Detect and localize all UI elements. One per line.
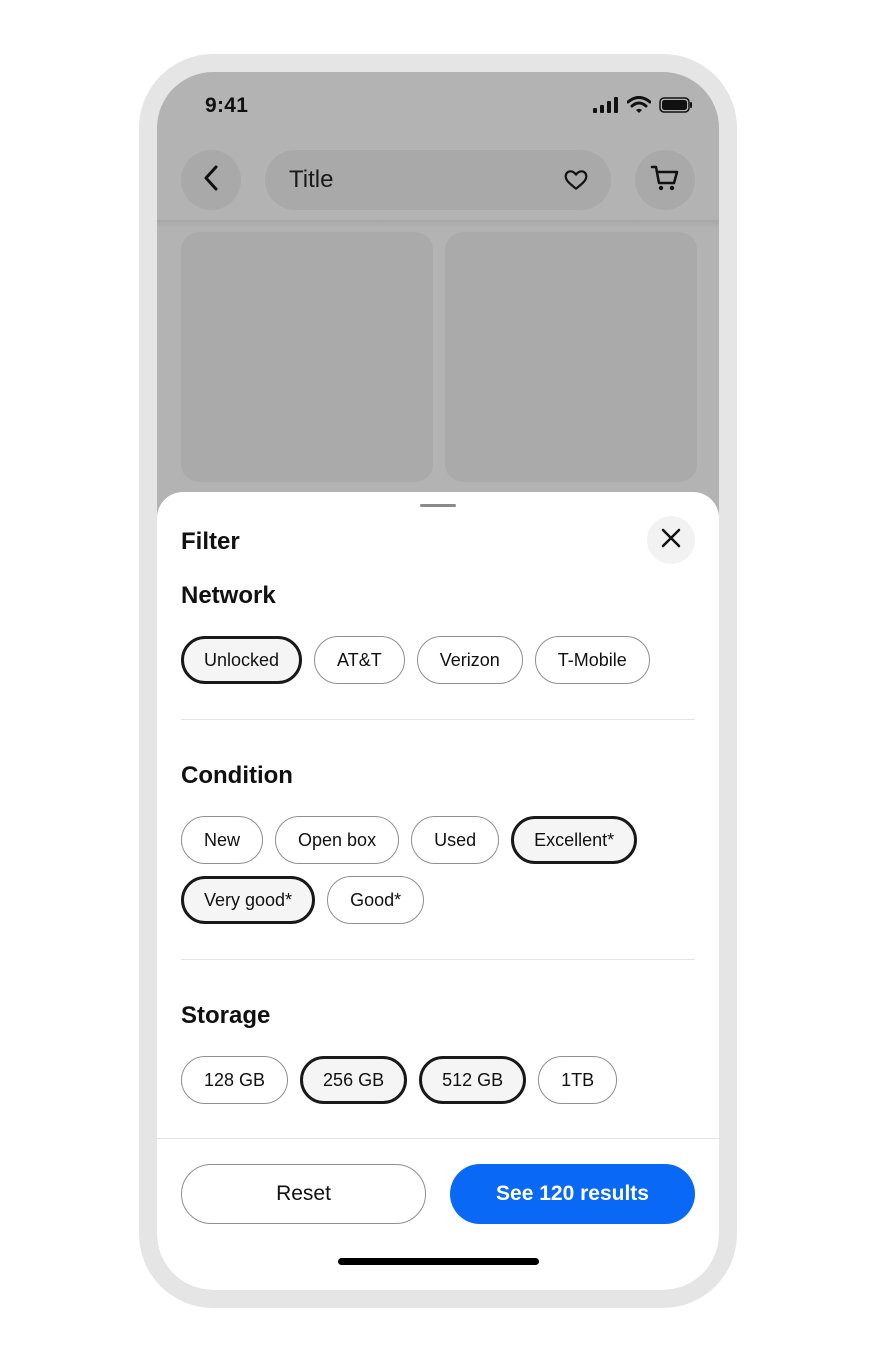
condition-chips: New Open box Used Excellent* Very good* …: [181, 816, 697, 924]
chip-used[interactable]: Used: [411, 816, 500, 864]
divider: [181, 719, 695, 720]
chip-128gb[interactable]: 128 GB: [181, 1056, 289, 1104]
reset-button[interactable]: Reset: [181, 1164, 426, 1224]
divider: [181, 959, 695, 960]
title-bar[interactable]: Title: [265, 150, 611, 210]
battery-icon: [659, 97, 693, 118]
product-card: [445, 232, 697, 482]
chip-open-box[interactable]: Open box: [275, 816, 400, 864]
footer-divider: [157, 1138, 719, 1139]
chevron-left-icon: [202, 165, 220, 196]
cart-icon: [650, 164, 680, 197]
chip-1tb[interactable]: 1TB: [538, 1056, 618, 1104]
nav-bar: Title: [157, 142, 719, 222]
sheet-drag-handle[interactable]: [420, 504, 456, 507]
chip-excellent[interactable]: Excellent*: [511, 816, 638, 864]
cart-button[interactable]: [635, 150, 695, 210]
chip-verizon[interactable]: Verizon: [416, 636, 523, 684]
home-indicator: [338, 1258, 539, 1265]
heart-icon[interactable]: [563, 167, 589, 198]
nav-shadow: [157, 220, 719, 228]
status-time: 9:41: [205, 94, 249, 117]
network-chips: Unlocked AT&T Verizon T-Mobile: [181, 636, 697, 684]
back-button[interactable]: [181, 150, 241, 210]
sheet-title: Filter: [181, 528, 240, 555]
chip-good[interactable]: Good*: [327, 876, 425, 924]
product-card: [181, 232, 433, 482]
phone-screen: 9:41 Title Filter Network Unlocked AT&T …: [157, 72, 719, 1290]
wifi-icon: [626, 96, 652, 119]
close-icon: [661, 528, 681, 553]
storage-chips: 128 GB 256 GB 512 GB 1TB: [181, 1056, 697, 1104]
close-button[interactable]: [647, 516, 695, 564]
chip-t-mobile[interactable]: T-Mobile: [534, 636, 650, 684]
status-bar: 9:41: [157, 72, 719, 142]
section-title-storage: Storage: [181, 1002, 271, 1029]
filter-sheet: Filter Network Unlocked AT&T Verizon T-M…: [157, 492, 719, 1290]
chip-unlocked[interactable]: Unlocked: [181, 636, 303, 684]
chip-att[interactable]: AT&T: [314, 636, 405, 684]
section-title-condition: Condition: [181, 762, 293, 789]
see-results-button[interactable]: See 120 results: [450, 1164, 695, 1224]
chip-512gb[interactable]: 512 GB: [419, 1056, 527, 1104]
chip-256gb[interactable]: 256 GB: [300, 1056, 408, 1104]
cellular-signal-icon: [593, 97, 619, 118]
chip-new[interactable]: New: [181, 816, 264, 864]
section-title-network: Network: [181, 582, 276, 609]
chip-very-good[interactable]: Very good*: [181, 876, 316, 924]
status-icons: [593, 96, 693, 119]
page-title: Title: [289, 166, 334, 193]
